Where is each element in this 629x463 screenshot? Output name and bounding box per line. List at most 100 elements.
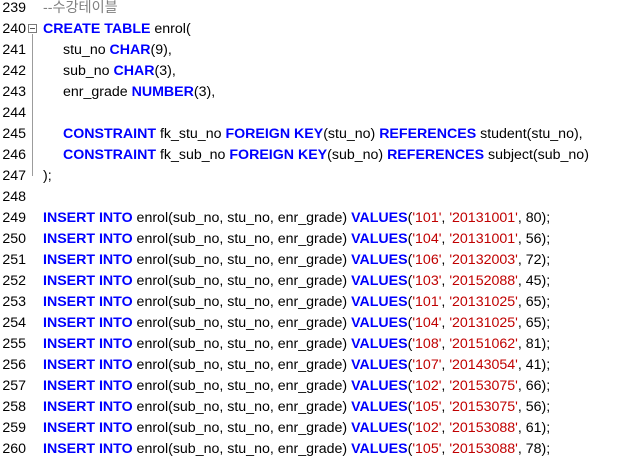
- line-number: 242: [2, 63, 26, 79]
- code-text: INSERT INTO enrol(sub_no, stu_no, enr_gr…: [43, 208, 550, 229]
- code-text: INSERT INTO enrol(sub_no, stu_no, enr_gr…: [43, 376, 550, 397]
- sql-text: , 45);: [517, 273, 551, 289]
- code-line[interactable]: 246 CONSTRAINT fk_sub_no FOREIGN KEY(sub_…: [0, 145, 629, 166]
- sql-keyword: INSERT INTO: [43, 210, 133, 226]
- code-line[interactable]: 245 CONSTRAINT fk_stu_no FOREIGN KEY(stu_…: [0, 124, 629, 145]
- sql-keyword: VALUES: [351, 273, 408, 289]
- sql-keyword: VALUES: [351, 231, 408, 247]
- code-text: stu_no CHAR(9),: [43, 40, 172, 61]
- sql-keyword: VALUES: [351, 294, 408, 310]
- sql-keyword: FOREIGN KEY: [229, 147, 328, 163]
- sql-text: , 61);: [517, 420, 551, 436]
- sql-string: '20131025': [449, 294, 518, 310]
- code-line[interactable]: 242 sub_no CHAR(3),: [0, 61, 629, 82]
- sql-string: '20131025': [449, 315, 518, 331]
- code-line[interactable]: 239 --수강테이블: [0, 0, 629, 19]
- sql-text: enrol(sub_no, stu_no, enr_grade): [132, 315, 352, 331]
- line-number: 245: [2, 126, 26, 142]
- code-text: INSERT INTO enrol(sub_no, stu_no, enr_gr…: [43, 229, 550, 250]
- code-text: INSERT INTO enrol(sub_no, stu_no, enr_gr…: [43, 250, 550, 271]
- sql-text: fk_sub_no: [156, 147, 230, 163]
- line-number: 257: [2, 378, 26, 394]
- sql-text: enrol(sub_no, stu_no, enr_grade): [132, 210, 352, 226]
- line-number: 240: [2, 21, 26, 37]
- sql-keyword: VALUES: [351, 210, 408, 226]
- code-line[interactable]: 241 stu_no CHAR(9),: [0, 40, 629, 61]
- sql-string: '20153075': [449, 378, 518, 394]
- code-line[interactable]: 251 INSERT INTO enrol(sub_no, stu_no, enr…: [0, 250, 629, 271]
- code-line[interactable]: 255 INSERT INTO enrol(sub_no, stu_no, enr…: [0, 334, 629, 355]
- sql-string: '105': [412, 399, 442, 415]
- sql-string: '20143054': [449, 357, 518, 373]
- sql-string: '108': [412, 336, 442, 352]
- sql-string: '20153088': [449, 420, 518, 436]
- sql-text: enr_grade: [63, 84, 132, 100]
- sql-string: '20153075': [449, 399, 518, 415]
- code-text: --수강테이블: [43, 0, 118, 19]
- sql-string: '20153088': [449, 441, 518, 457]
- sql-text: enrol(sub_no, stu_no, enr_grade): [132, 252, 352, 268]
- sql-text: , 41);: [517, 357, 551, 373]
- code-line[interactable]: 259 INSERT INTO enrol(sub_no, stu_no, enr…: [0, 418, 629, 439]
- sql-string: '103': [412, 273, 442, 289]
- code-line[interactable]: 250 INSERT INTO enrol(sub_no, stu_no, enr…: [0, 229, 629, 250]
- sql-text: , 78);: [517, 441, 551, 457]
- line-number: 246: [2, 147, 26, 163]
- line-number: 239: [2, 0, 26, 16]
- sql-text: , 65);: [517, 315, 551, 331]
- code-text: INSERT INTO enrol(sub_no, stu_no, enr_gr…: [43, 439, 550, 460]
- code-line[interactable]: 253 INSERT INTO enrol(sub_no, stu_no, enr…: [0, 292, 629, 313]
- fold-guide-line: [32, 34, 33, 176]
- sql-keyword: NUMBER: [131, 84, 194, 100]
- code-line[interactable]: 257 INSERT INTO enrol(sub_no, stu_no, enr…: [0, 376, 629, 397]
- line-number: 247: [2, 168, 26, 184]
- code-text: CONSTRAINT fk_stu_no FOREIGN KEY(stu_no)…: [43, 124, 583, 145]
- code-line[interactable]: 258 INSERT INTO enrol(sub_no, stu_no, enr…: [0, 397, 629, 418]
- sql-text: , 72);: [517, 252, 551, 268]
- sql-string: '20131001': [449, 210, 518, 226]
- line-number: 251: [2, 252, 26, 268]
- sql-string: '20151062': [449, 336, 518, 352]
- sql-text: student(stu_no),: [476, 126, 583, 142]
- sql-keyword: CHAR: [113, 63, 155, 79]
- sql-editor[interactable]: 239 --수강테이블 240 CREATE TABLE enrol(241 stu_n…: [0, 0, 629, 463]
- code-line[interactable]: 256 INSERT INTO enrol(sub_no, stu_no, enr…: [0, 355, 629, 376]
- code-line[interactable]: 248: [0, 187, 629, 208]
- sql-string: '101': [412, 210, 442, 226]
- sql-text: stu_no: [63, 42, 110, 58]
- code-line[interactable]: 247);: [0, 166, 629, 187]
- fold-collapse-icon[interactable]: [28, 24, 37, 33]
- sql-string: '20131001': [449, 231, 518, 247]
- code-line[interactable]: 254 INSERT INTO enrol(sub_no, stu_no, enr…: [0, 313, 629, 334]
- code-text: CREATE TABLE enrol(: [43, 19, 191, 40]
- sql-text: , 56);: [517, 231, 551, 247]
- line-number: 258: [2, 399, 26, 415]
- code-line[interactable]: 243 enr_grade NUMBER(3),: [0, 82, 629, 103]
- sql-keyword: VALUES: [351, 441, 408, 457]
- sql-text: , 66);: [517, 378, 551, 394]
- sql-keyword: CREATE TABLE: [43, 21, 151, 37]
- sql-text: sub_no: [63, 63, 114, 79]
- sql-keyword: VALUES: [351, 357, 408, 373]
- sql-string: '20152088': [449, 273, 518, 289]
- code-line[interactable]: 252 INSERT INTO enrol(sub_no, stu_no, enr…: [0, 271, 629, 292]
- sql-string: '107': [412, 357, 442, 373]
- sql-text: enrol(: [150, 21, 191, 37]
- sql-string: '105': [412, 441, 442, 457]
- sql-keyword: INSERT INTO: [43, 315, 133, 331]
- sql-keyword: VALUES: [351, 378, 408, 394]
- code-line[interactable]: 260 INSERT INTO enrol(sub_no, stu_no, enr…: [0, 439, 629, 460]
- line-number: 255: [2, 336, 26, 352]
- sql-text: enrol(sub_no, stu_no, enr_grade): [132, 231, 352, 247]
- line-number: 253: [2, 294, 26, 310]
- sql-text: subject(sub_no): [484, 147, 589, 163]
- code-line[interactable]: 249 INSERT INTO enrol(sub_no, stu_no, enr…: [0, 208, 629, 229]
- code-line[interactable]: 244: [0, 103, 629, 124]
- sql-keyword: CONSTRAINT: [63, 147, 157, 163]
- sql-string: '102': [412, 420, 442, 436]
- sql-keyword: VALUES: [351, 336, 408, 352]
- code-line[interactable]: 240 CREATE TABLE enrol(: [0, 19, 629, 40]
- sql-text: (3),: [193, 84, 216, 100]
- code-text: INSERT INTO enrol(sub_no, stu_no, enr_gr…: [43, 397, 550, 418]
- sql-text: fk_stu_no: [156, 126, 226, 142]
